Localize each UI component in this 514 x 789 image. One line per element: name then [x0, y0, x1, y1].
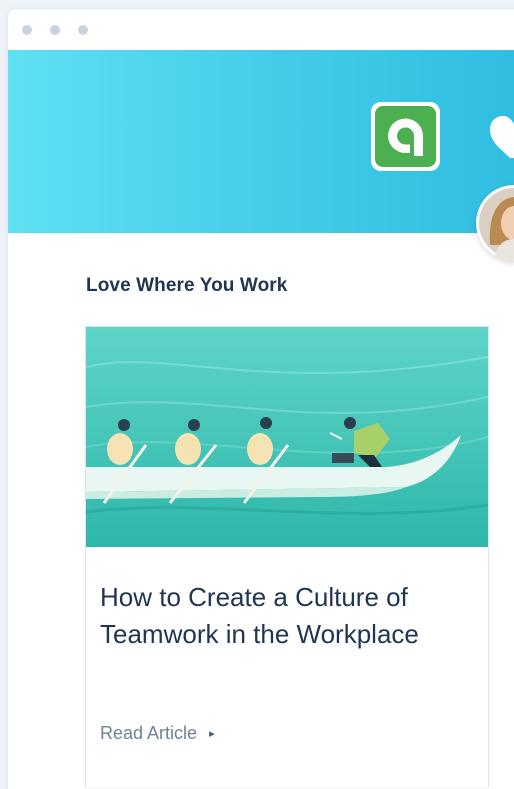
window-control-dot[interactable]	[50, 25, 60, 35]
article-card[interactable]: How to Create a Culture of Teamwork in t…	[85, 326, 489, 787]
hero-banner	[8, 50, 514, 233]
read-article-label: Read Article	[100, 723, 198, 743]
window-titlebar	[8, 9, 514, 50]
heart-icon	[490, 116, 514, 158]
read-article-link[interactable]: Read Article ▸	[100, 723, 215, 744]
window-control-dot[interactable]	[22, 25, 32, 35]
article-title[interactable]: How to Create a Culture of Teamwork in t…	[100, 579, 470, 653]
rowing-team-illustration	[86, 327, 488, 547]
chevron-right-icon: ▸	[209, 728, 215, 740]
section-title: Love Where You Work	[86, 275, 288, 296]
window-control-dot[interactable]	[78, 25, 88, 35]
app-logo-icon	[371, 102, 440, 171]
